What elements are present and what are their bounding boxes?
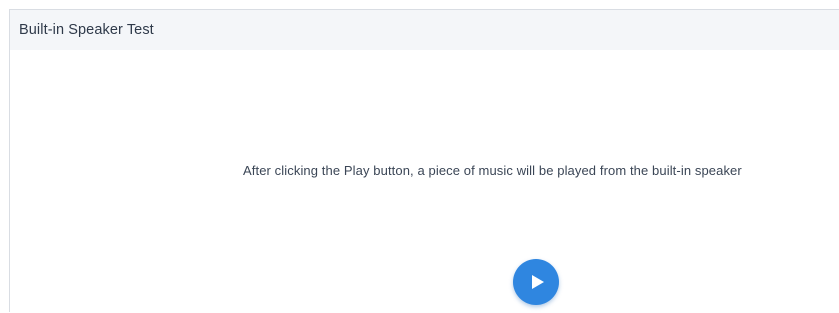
panel-body [10, 50, 839, 313]
instruction-text: After clicking the Play button, a piece … [243, 163, 742, 178]
play-button[interactable] [513, 259, 559, 305]
panel-title: Built-in Speaker Test [19, 22, 154, 38]
speaker-test-panel: Built-in Speaker Test [9, 9, 839, 312]
play-icon [528, 274, 545, 290]
panel-header: Built-in Speaker Test [10, 10, 839, 50]
